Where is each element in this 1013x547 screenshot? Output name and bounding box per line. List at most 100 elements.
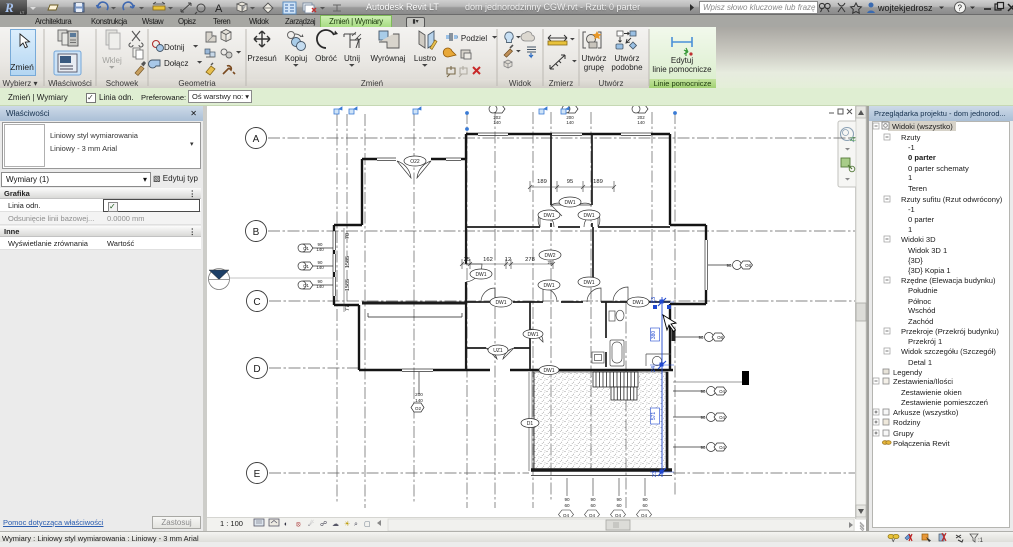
svg-text:O1: O1 bbox=[303, 283, 309, 288]
svg-text:Geometria: Geometria bbox=[178, 79, 216, 88]
svg-text:O4: O4 bbox=[589, 513, 596, 517]
svg-text:?: ? bbox=[958, 4, 963, 13]
svg-text:90: 90 bbox=[616, 497, 622, 502]
svg-text:Dotnij: Dotnij bbox=[164, 43, 185, 52]
svg-text:DW2: DW2 bbox=[544, 253, 555, 259]
svg-text:140: 140 bbox=[566, 120, 574, 125]
svg-text:DW1: DW1 bbox=[583, 280, 594, 286]
svg-text:O4: O4 bbox=[615, 513, 622, 517]
svg-text:24: 24 bbox=[651, 366, 657, 372]
svg-text:Wybierz ▾: Wybierz ▾ bbox=[2, 79, 37, 88]
svg-text:23: 23 bbox=[651, 297, 657, 303]
svg-text:grupę: grupę bbox=[584, 63, 605, 72]
svg-text:O4: O4 bbox=[641, 513, 648, 517]
svg-text:O2: O2 bbox=[415, 406, 422, 411]
svg-text:R: R bbox=[4, 0, 14, 15]
svg-text:Zmień: Zmień bbox=[361, 79, 383, 88]
svg-text:1585: 1585 bbox=[345, 279, 351, 291]
svg-text:DW1: DW1 bbox=[632, 300, 643, 306]
svg-text:380: 380 bbox=[651, 331, 657, 340]
svg-text:linie pomocnicze: linie pomocnicze bbox=[652, 65, 712, 74]
svg-text:DW1: DW1 bbox=[495, 300, 506, 306]
svg-text:140: 140 bbox=[316, 284, 324, 289]
svg-text:O4: O4 bbox=[563, 513, 570, 517]
svg-text:140: 140 bbox=[637, 120, 645, 125]
svg-text:Lustro: Lustro bbox=[414, 54, 437, 63]
svg-text:DW1: DW1 bbox=[543, 368, 554, 374]
svg-text:Widok: Widok bbox=[509, 79, 532, 88]
svg-text:C: C bbox=[253, 297, 260, 308]
svg-text:DW1: DW1 bbox=[583, 213, 594, 219]
svg-text:O8: O8 bbox=[717, 335, 723, 340]
svg-text:Utwórz: Utwórz bbox=[599, 79, 624, 88]
svg-text:60: 60 bbox=[642, 503, 648, 508]
svg-text:Właściwości: Właściwości bbox=[48, 79, 92, 88]
svg-text:60: 60 bbox=[564, 503, 570, 508]
svg-text:140: 140 bbox=[316, 247, 324, 252]
svg-text:140: 140 bbox=[493, 120, 501, 125]
svg-text:Utnij: Utnij bbox=[344, 54, 360, 63]
svg-text:Utwórz: Utwórz bbox=[615, 54, 640, 63]
svg-text:90: 90 bbox=[590, 497, 596, 502]
svg-text:podobne: podobne bbox=[611, 63, 643, 72]
svg-text:Przesuń: Przesuń bbox=[247, 54, 276, 63]
svg-text:90: 90 bbox=[564, 497, 570, 502]
svg-text:Zmierz: Zmierz bbox=[549, 79, 573, 88]
svg-text:90: 90 bbox=[699, 335, 704, 340]
svg-text:571: 571 bbox=[651, 412, 657, 421]
svg-text:1585: 1585 bbox=[345, 256, 351, 268]
svg-text:23: 23 bbox=[652, 471, 658, 477]
svg-text:90: 90 bbox=[701, 445, 706, 450]
svg-text:DW1: DW1 bbox=[543, 283, 554, 289]
svg-text:Wyrównaj: Wyrównaj bbox=[370, 54, 405, 63]
svg-text:12: 12 bbox=[505, 257, 511, 263]
svg-text:A: A bbox=[253, 134, 260, 145]
svg-text:DW1: DW1 bbox=[475, 272, 486, 278]
svg-text:O22: O22 bbox=[410, 159, 420, 165]
svg-text:162: 162 bbox=[483, 257, 493, 263]
svg-text:O1: O1 bbox=[303, 246, 309, 251]
svg-text:E: E bbox=[254, 469, 261, 480]
svg-text:O4: O4 bbox=[719, 445, 725, 450]
svg-text:DW1: DW1 bbox=[527, 332, 538, 338]
svg-text:B: B bbox=[253, 227, 260, 238]
svg-text:200: 200 bbox=[415, 392, 423, 397]
svg-text:90: 90 bbox=[727, 263, 732, 268]
svg-text:DW1: DW1 bbox=[564, 200, 575, 206]
svg-text:95: 95 bbox=[567, 179, 573, 185]
svg-text:Kopiuj: Kopiuj bbox=[285, 54, 307, 63]
svg-text:DW1: DW1 bbox=[543, 213, 554, 219]
svg-text:189: 189 bbox=[537, 179, 547, 185]
svg-text:60: 60 bbox=[616, 503, 622, 508]
svg-text:140: 140 bbox=[415, 398, 423, 403]
svg-text:90: 90 bbox=[701, 415, 706, 420]
svg-text:90: 90 bbox=[701, 389, 706, 394]
svg-text:Schowek: Schowek bbox=[106, 79, 139, 88]
svg-text:Dołącz: Dołącz bbox=[164, 59, 188, 68]
svg-text:77: 77 bbox=[345, 305, 351, 311]
svg-text:Podziel: Podziel bbox=[461, 34, 487, 43]
svg-text:O8: O8 bbox=[745, 263, 751, 268]
svg-text:O4: O4 bbox=[719, 389, 725, 394]
svg-text:D: D bbox=[253, 364, 260, 375]
svg-text:Edytuj: Edytuj bbox=[671, 56, 693, 65]
svg-text:D1: D1 bbox=[527, 421, 534, 427]
svg-text:Zmień: Zmień bbox=[10, 62, 34, 72]
svg-text:70: 70 bbox=[345, 233, 351, 239]
svg-text::1: :1 bbox=[978, 538, 984, 543]
svg-text:A: A bbox=[215, 3, 223, 15]
svg-text:60: 60 bbox=[590, 503, 596, 508]
svg-text:25: 25 bbox=[547, 260, 553, 265]
svg-text:wojtekjedrosz: wojtekjedrosz bbox=[877, 3, 933, 13]
svg-text:O1: O1 bbox=[303, 264, 309, 269]
svg-text:O4: O4 bbox=[719, 415, 725, 420]
svg-text:140: 140 bbox=[316, 265, 324, 270]
svg-text:Utwórz: Utwórz bbox=[582, 54, 607, 63]
svg-text:Wklej: Wklej bbox=[102, 56, 122, 65]
svg-text:90: 90 bbox=[642, 497, 648, 502]
svg-text:Obróć: Obróć bbox=[315, 54, 337, 63]
svg-text:25: 25 bbox=[464, 257, 470, 263]
svg-text:UZ1: UZ1 bbox=[493, 348, 503, 354]
svg-text:278: 278 bbox=[525, 257, 535, 263]
svg-text:189: 189 bbox=[593, 179, 603, 185]
